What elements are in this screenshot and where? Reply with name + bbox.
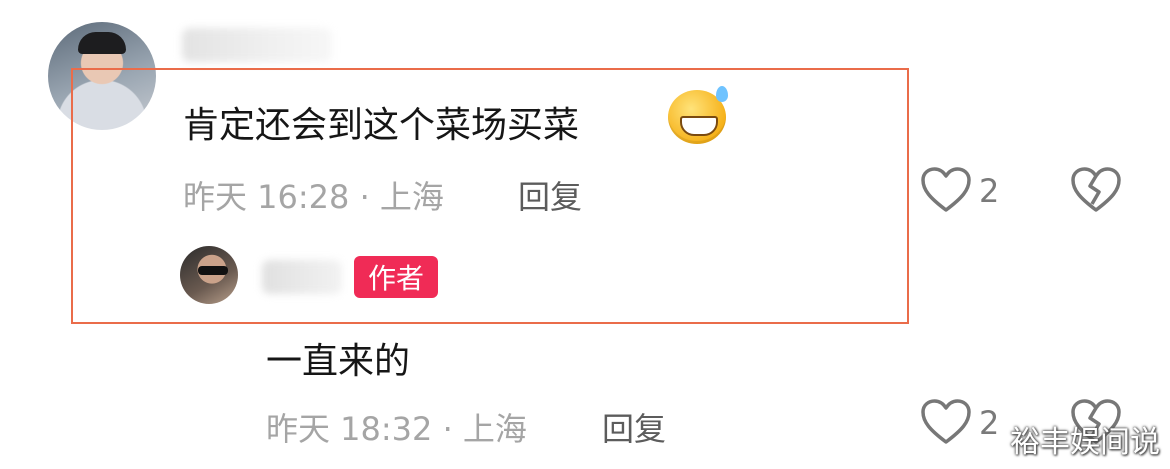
author-username-blurred[interactable]: [262, 260, 342, 294]
broken-heart-icon: [1071, 167, 1121, 212]
comment-like-count: 2: [979, 172, 1000, 210]
comment-dislike-button[interactable]: [1070, 166, 1122, 214]
reply-text: 一直来的: [266, 341, 411, 382]
comment-reply-button[interactable]: 回复: [518, 172, 582, 218]
author-avatar[interactable]: [180, 246, 238, 304]
commenter-avatar[interactable]: [48, 22, 156, 130]
heart-outline-icon: [921, 167, 971, 212]
comment-text: 肯定还会到这个菜场买菜: [183, 105, 580, 146]
reply-reply-button[interactable]: 回复: [602, 404, 666, 450]
reply-like-count: 2: [979, 404, 1000, 442]
watermark: 裕丰娱间说: [1010, 425, 1160, 460]
reply-time-location: 昨天 18:32 · 上海: [266, 410, 527, 448]
comment-time-location: 昨天 16:28 · 上海: [183, 178, 444, 216]
author-badge: 作者: [354, 256, 438, 298]
reply-like-button[interactable]: [920, 398, 972, 446]
commenter-username-blurred[interactable]: [182, 28, 332, 62]
grin-sweat-emoji-icon: [668, 86, 728, 144]
heart-outline-icon: [921, 399, 971, 444]
comment-like-button[interactable]: [920, 166, 972, 214]
